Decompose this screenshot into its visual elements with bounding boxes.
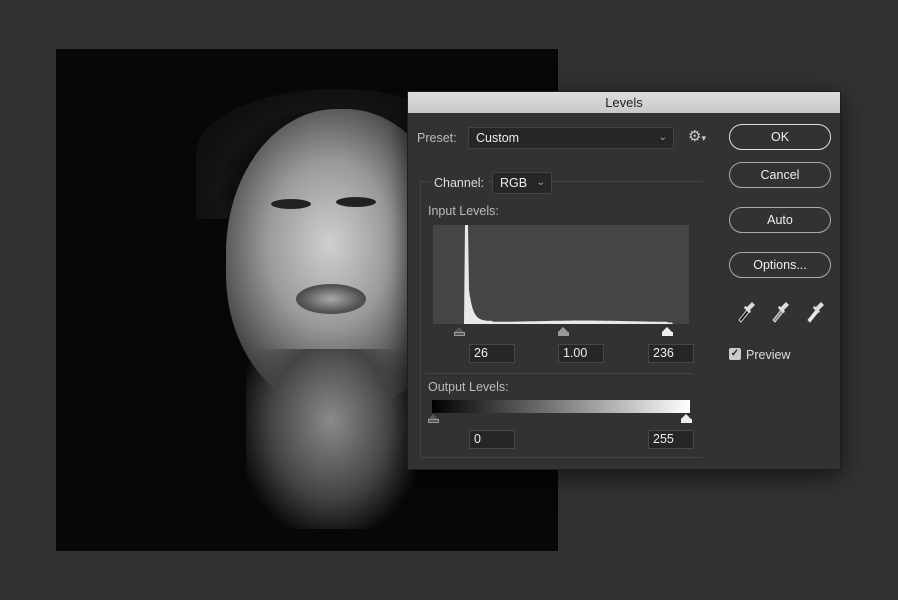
output-white-field[interactable]: 255	[648, 430, 694, 449]
gray-eyedropper-icon[interactable]	[770, 301, 790, 323]
photo-lips	[296, 284, 366, 314]
input-gamma-slider[interactable]	[558, 327, 569, 336]
channel-label: Channel:	[430, 176, 489, 190]
output-black-field[interactable]: 0	[469, 430, 515, 449]
dialog-title[interactable]: Levels	[408, 92, 840, 113]
photo-eye	[271, 199, 311, 209]
preset-select[interactable]: Custom ⌄	[468, 127, 674, 149]
input-levels-label: Input Levels:	[428, 204, 499, 218]
cancel-button[interactable]: Cancel	[729, 162, 831, 188]
gear-icon[interactable]: ⚙▾	[688, 127, 706, 145]
output-levels-label: Output Levels:	[428, 380, 509, 394]
preview-label: Preview	[746, 348, 791, 362]
channel-value: RGB	[500, 176, 528, 190]
input-gamma-field[interactable]: 1.00	[558, 344, 604, 363]
output-gradient	[432, 400, 690, 413]
preset-label: Preset:	[417, 131, 457, 145]
input-black-slider[interactable]	[454, 327, 465, 336]
white-eyedropper-icon[interactable]	[805, 301, 825, 323]
input-black-field[interactable]: 26	[469, 344, 515, 363]
ok-button[interactable]: OK	[729, 124, 831, 150]
options-button[interactable]: Options...	[729, 252, 831, 278]
black-eyedropper-icon[interactable]	[736, 301, 756, 323]
input-white-slider[interactable]	[662, 327, 673, 336]
preset-value: Custom	[476, 131, 520, 145]
levels-dialog: Levels Preset: Custom ⌄ ⚙▾ Channel: RGB …	[407, 91, 841, 470]
output-black-slider[interactable]	[428, 414, 439, 423]
photo-neck	[246, 349, 416, 529]
channel-select[interactable]: RGB ⌄	[492, 172, 552, 194]
chevron-down-icon: ⌄	[536, 177, 545, 188]
input-white-field[interactable]: 236	[648, 344, 694, 363]
auto-button[interactable]: Auto	[729, 207, 831, 233]
chevron-down-icon: ⌄	[658, 132, 667, 143]
divider	[425, 373, 693, 374]
preview-checkbox[interactable]: ✓	[729, 348, 741, 360]
output-white-slider[interactable]	[681, 414, 692, 423]
histogram	[433, 225, 689, 324]
photo-eye	[336, 197, 376, 207]
